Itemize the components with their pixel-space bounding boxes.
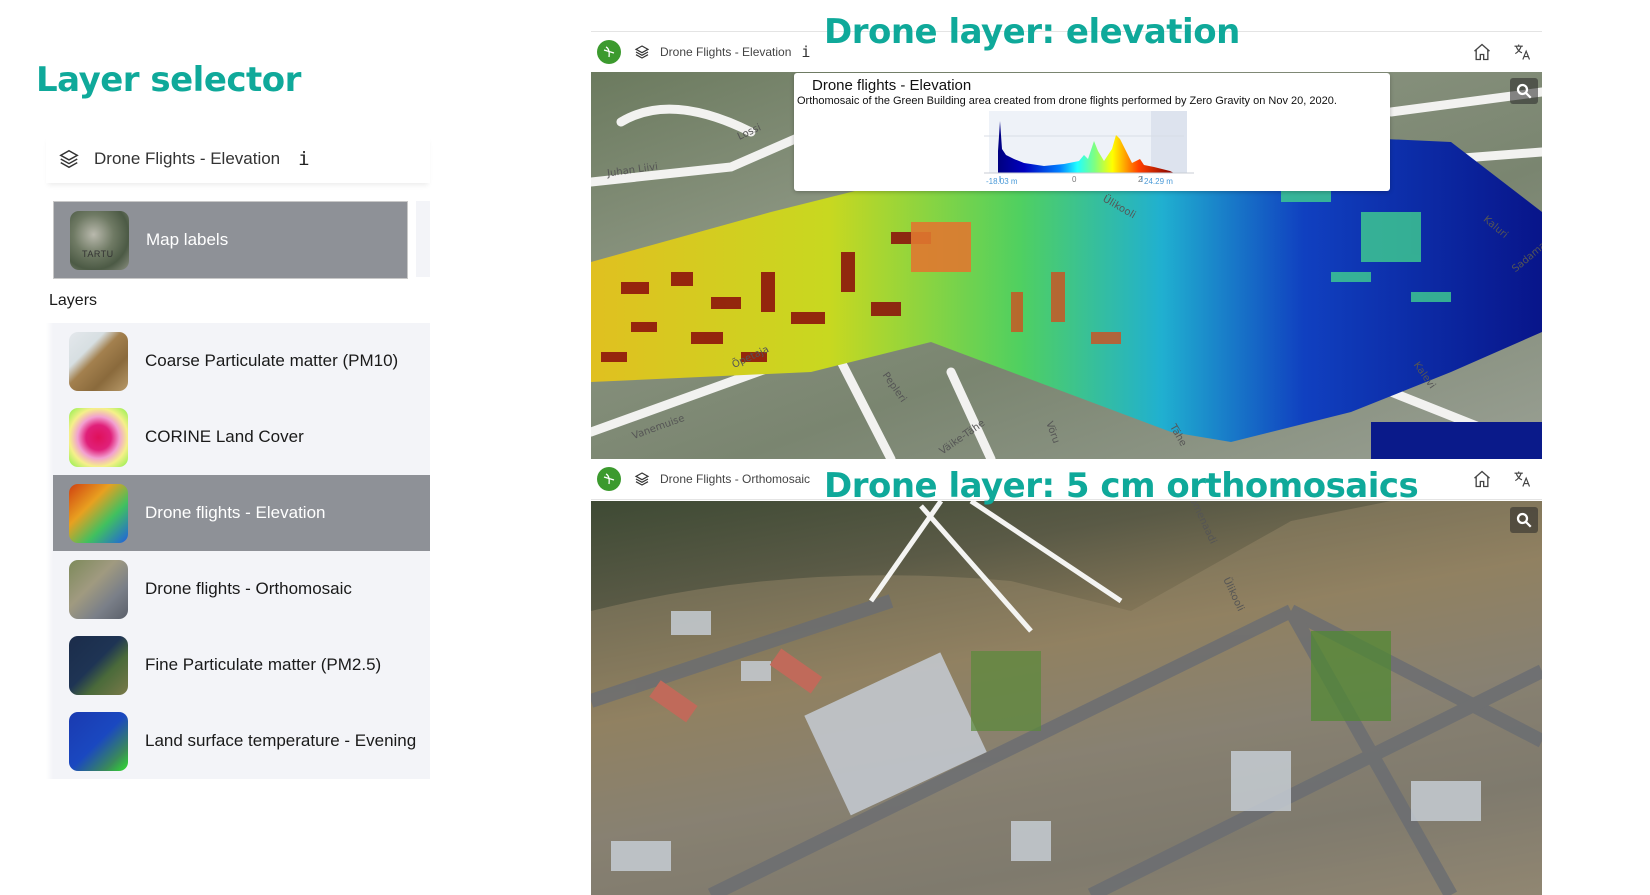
elevation-map-panel: Drone Flights - Elevation i Juhan Liivi …	[591, 31, 1542, 459]
layer-title: Drone Flights - Orthomosaic	[660, 472, 811, 486]
layer-list: Coarse Particulate matter (PM10) CORINE …	[53, 323, 430, 779]
orthomosaic-map-panel: Drone Flights - Orthomosaic Promenaadi Ü…	[591, 459, 1542, 895]
histogram-max-label: 24.29 m	[1144, 177, 1173, 186]
popup-title: Drone flights - Elevation	[812, 77, 972, 94]
caption-elevation: Drone layer: elevation	[824, 12, 1240, 52]
pm25-thumbnail	[69, 635, 128, 695]
layer-item-drone-elevation[interactable]: Drone flights - Elevation	[53, 475, 430, 551]
caption-layer-selector: Layer selector	[36, 60, 301, 100]
corine-thumbnail	[69, 407, 128, 467]
histogram-min-label: -18.03 m	[986, 177, 1018, 186]
orthomosaic-graphics	[591, 501, 1542, 895]
home-icon[interactable]	[1472, 469, 1492, 489]
search-button[interactable]	[1510, 78, 1538, 104]
list-fade	[46, 323, 53, 779]
search-button[interactable]	[1510, 507, 1538, 533]
drone-orthomosaic-thumbnail	[69, 559, 128, 619]
pm10-thumbnail	[69, 331, 128, 391]
histogram-chart	[984, 111, 1194, 182]
map-labels-thumbnail: TARTU	[70, 210, 129, 270]
layer-selector-header[interactable]: Drone Flights - Elevation i	[46, 135, 430, 183]
lst-evening-thumbnail	[69, 711, 128, 771]
layer-info-popup: Drone flights - Elevation Orthomosaic of…	[794, 73, 1390, 191]
thumbnail-text: TARTU	[82, 248, 114, 259]
popup-description: Orthomosaic of the Green Building area c…	[797, 95, 1337, 107]
app-logo-icon[interactable]	[597, 467, 621, 491]
layers-icon[interactable]	[634, 44, 650, 60]
layers-icon[interactable]	[634, 471, 650, 487]
caption-orthomosaic: Drone layer: 5 cm orthomosaics	[824, 466, 1419, 506]
translate-icon[interactable]	[1512, 469, 1532, 489]
layer-label: Drone flights - Elevation	[145, 503, 326, 522]
histogram-range-mask	[1151, 111, 1187, 173]
drone-imagery-area	[591, 501, 1542, 895]
layer-label: CORINE Land Cover	[145, 427, 304, 446]
layer-item-corine[interactable]: CORINE Land Cover	[53, 399, 430, 475]
histogram-zero-label: 0	[1072, 175, 1077, 184]
layer-label: Coarse Particulate matter (PM10)	[145, 351, 399, 370]
elevation-map-canvas[interactable]: Juhan Liivi Lossi Ülikooli Kalevi Kaluri…	[591, 72, 1542, 459]
layer-item-pm10[interactable]: Coarse Particulate matter (PM10)	[53, 323, 430, 399]
orthomosaic-map-canvas[interactable]: Promenaadi Ülikooli	[591, 501, 1542, 895]
layer-label: Drone flights - Orthomosaic	[145, 579, 352, 598]
layer-title: Drone Flights - Elevation	[660, 45, 792, 59]
layer-item-lst-evening[interactable]: Land surface temperature - Evening	[53, 703, 430, 779]
layers-heading: Layers	[49, 292, 98, 309]
layer-item-pm25[interactable]: Fine Particulate matter (PM2.5)	[53, 627, 430, 703]
current-layer-title: Drone Flights - Elevation	[94, 149, 281, 168]
histogram-tick-label: 2	[1138, 175, 1143, 184]
layer-label: Fine Particulate matter (PM2.5)	[145, 655, 382, 674]
app-logo-icon[interactable]	[597, 40, 621, 64]
basemap-label: Map labels	[146, 230, 229, 249]
layers-icon	[59, 149, 79, 169]
basemap-scroll-area	[416, 201, 430, 277]
elevation-histogram: -18.03 m 0 2 24.29 m	[984, 111, 1202, 187]
info-button[interactable]: i	[801, 43, 810, 61]
drone-elevation-thumbnail	[69, 483, 128, 543]
translate-icon[interactable]	[1512, 42, 1532, 62]
basemap-item-map-labels[interactable]: TARTU Map labels	[53, 201, 408, 279]
home-icon[interactable]	[1472, 42, 1492, 62]
layer-label: Land surface temperature - Evening	[145, 731, 417, 750]
layer-item-drone-orthomosaic[interactable]: Drone flights - Orthomosaic	[53, 551, 430, 627]
info-icon[interactable]: i	[298, 148, 309, 170]
